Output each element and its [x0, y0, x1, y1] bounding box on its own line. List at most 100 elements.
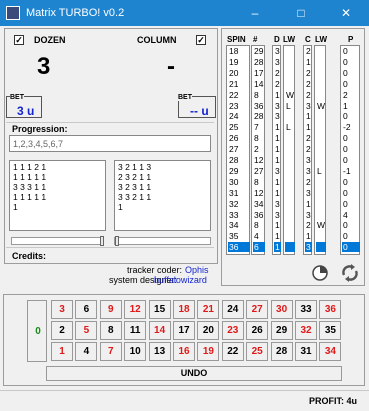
spin-cell: 21	[229, 78, 239, 89]
board-number[interactable]: 10	[124, 342, 147, 361]
board-number[interactable]: 24	[221, 300, 244, 319]
divider	[6, 122, 214, 123]
lw2-cell	[316, 79, 326, 89]
board-number[interactable]: 5	[75, 321, 98, 340]
board-number[interactable]: 4	[75, 342, 98, 361]
designer-link[interactable]: buffalowizard	[154, 275, 207, 285]
p-cell: 0	[343, 198, 348, 209]
matrix-left-textarea[interactable]: 1 1 1 2 1 1 1 1 1 1 3 3 3 1 1 1 1 1 1 1 …	[9, 160, 106, 231]
c-cell: 3	[306, 155, 311, 165]
d-cell: 3	[275, 198, 280, 209]
p-cell: 0	[343, 187, 348, 198]
lw2-cell	[316, 46, 326, 56]
p-cell: 0	[343, 220, 348, 231]
column-value: -	[167, 53, 175, 80]
board-number[interactable]: 15	[148, 300, 171, 319]
board-number-label: 12	[129, 304, 141, 315]
board-number[interactable]: 29	[270, 321, 293, 340]
dozen-label: DOZEN	[34, 35, 66, 45]
c-cell: 3	[306, 187, 311, 198]
board-number[interactable]: 8	[99, 321, 122, 340]
board-number-label: 7	[108, 346, 114, 357]
coder-link[interactable]: Ophis	[185, 265, 209, 275]
board-number[interactable]: 13	[148, 342, 171, 361]
lw1-cell	[285, 111, 295, 121]
hash-cell: 27	[254, 165, 264, 176]
p-cell: 0	[343, 133, 348, 144]
board-number[interactable]: 34	[319, 342, 342, 361]
left-slider[interactable]	[11, 236, 104, 246]
board-number[interactable]: 36	[319, 300, 342, 319]
close-button[interactable]: ✕	[323, 0, 369, 26]
board-number[interactable]: 32	[295, 321, 317, 340]
board-number[interactable]: 18	[173, 300, 195, 319]
matrix-right-textarea[interactable]: 3 2 1 1 3 2 3 2 1 1 3 2 3 1 1 3 3 2 1 1 …	[114, 160, 211, 231]
board-number-label: 2	[59, 325, 65, 336]
hash-cell: 8	[254, 220, 259, 231]
board-number[interactable]: 19	[197, 342, 220, 361]
board-number-label: 1	[59, 346, 65, 357]
board-number[interactable]: 22	[221, 342, 244, 361]
board-number[interactable]: 33	[295, 300, 317, 319]
lw1-cell	[285, 177, 295, 187]
d-cell: 1	[275, 187, 280, 198]
recycle-icon[interactable]	[340, 263, 360, 283]
board-number[interactable]: 7	[99, 342, 122, 361]
zero-button[interactable]: 0	[27, 300, 47, 362]
board-number[interactable]: 17	[173, 321, 195, 340]
dozen-checkbox[interactable]: ✓	[14, 35, 24, 45]
undo-button[interactable]: UNDO	[46, 366, 342, 381]
spin-cell: 27	[229, 144, 239, 155]
right-slider[interactable]	[114, 236, 211, 246]
lw2-cell	[316, 242, 326, 253]
maximize-button[interactable]: □	[278, 0, 324, 26]
board-number[interactable]: 3	[51, 300, 73, 319]
lw1-cell	[285, 46, 295, 56]
c-cell: 1	[306, 56, 311, 67]
lw1-cell	[285, 68, 295, 78]
board-number[interactable]: 9	[99, 300, 122, 319]
p-cell: 4	[343, 209, 348, 220]
lw1-cell: W	[286, 89, 295, 100]
left-slider-thumb[interactable]	[100, 236, 104, 246]
board-number[interactable]: 23	[221, 321, 244, 340]
board-number[interactable]: 2	[51, 321, 73, 340]
board-number[interactable]: 21	[197, 300, 220, 319]
board-number[interactable]: 35	[319, 321, 342, 340]
board-number-label: 30	[276, 304, 288, 315]
board-number-label: 24	[227, 304, 239, 315]
d-cell: 1	[275, 176, 280, 187]
board-number[interactable]: 26	[246, 321, 269, 340]
board-number-label: 31	[300, 346, 312, 357]
minimize-button[interactable]: –	[232, 0, 278, 26]
d-cell: 1	[275, 220, 280, 231]
board-number[interactable]: 31	[295, 342, 317, 361]
board-number[interactable]: 20	[197, 321, 220, 340]
d-cell: 1	[275, 231, 280, 242]
undo-label: UNDO	[180, 368, 208, 378]
board-number[interactable]: 30	[270, 300, 293, 319]
board-number[interactable]: 27	[246, 300, 269, 319]
column-checkbox[interactable]: ✓	[196, 35, 206, 45]
right-slider-thumb[interactable]	[115, 236, 119, 246]
board-number[interactable]: 12	[124, 300, 147, 319]
lw2-cell	[316, 188, 326, 198]
board-number[interactable]: 28	[270, 342, 293, 361]
pie-chart-icon[interactable]	[311, 264, 329, 282]
board-number[interactable]: 16	[173, 342, 195, 361]
lw2-cell	[316, 122, 326, 132]
hash-cell: 8	[254, 176, 259, 187]
board-number-label: 6	[83, 304, 90, 315]
progression-input[interactable]: 1,2,3,4,5,6,7	[9, 135, 211, 152]
c-cell: 2	[306, 176, 311, 187]
board-number[interactable]: 6	[75, 300, 98, 319]
board-number[interactable]: 11	[124, 321, 147, 340]
board-number[interactable]: 1	[51, 342, 73, 361]
hash-cell: 36	[254, 209, 264, 220]
board-number[interactable]: 14	[148, 321, 171, 340]
board-number-label: 36	[324, 304, 336, 315]
board-number-label: 20	[202, 325, 214, 336]
board-number-label: 25	[251, 346, 263, 357]
lw2-cell	[316, 111, 326, 121]
board-number[interactable]: 25	[246, 342, 269, 361]
